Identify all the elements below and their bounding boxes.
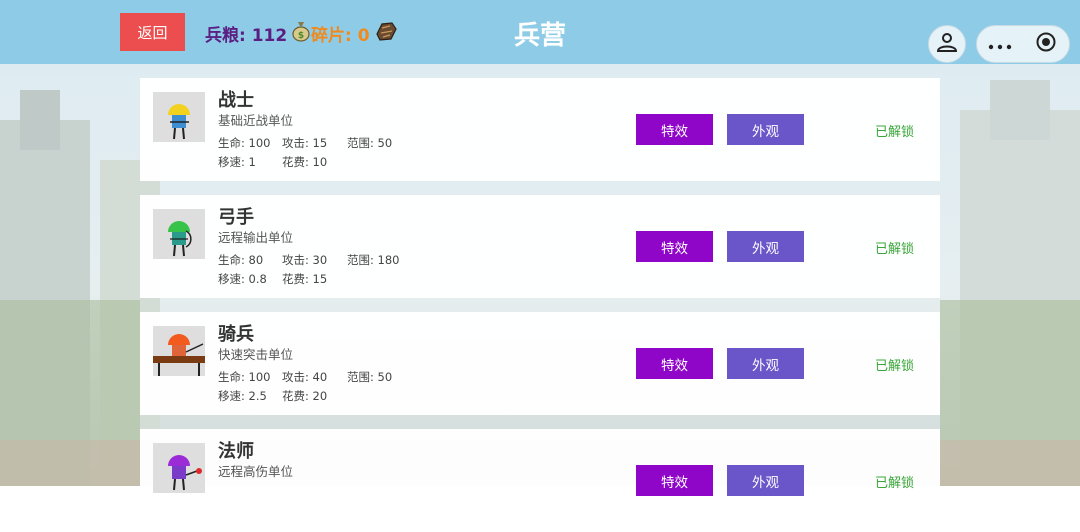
unit-name: 法师 (218, 441, 254, 462)
avatar-button[interactable] (928, 25, 966, 63)
unit-card-warrior: 战士 基础近战单位 生命: 100 攻击: 15 范围: 50 移速: 1 花费… (140, 78, 940, 181)
unit-speed: 移速: 2.5 (218, 389, 267, 403)
appearance-button[interactable]: 外观 (727, 465, 804, 496)
shard-resource: 碎片: 0 (311, 20, 398, 47)
unit-card-cavalry: 骑兵 快速突击单位 生命: 100 攻击: 40 范围: 50 移速: 2.5 … (140, 312, 940, 415)
unit-hp: 生命: 100 (218, 136, 271, 150)
more-button[interactable] (977, 26, 1023, 62)
effects-button[interactable]: 特效 (636, 114, 713, 145)
unlock-status: 已解锁 (875, 359, 915, 374)
back-button[interactable]: 返回 (120, 13, 185, 51)
svg-text:$: $ (298, 31, 304, 41)
unit-attack: 攻击: 40 (282, 370, 328, 384)
unit-card-mage: 法师 远程高伤单位 特效 外观 已解锁 (140, 429, 940, 532)
unit-attack: 攻击: 30 (282, 253, 328, 267)
page-title: 兵营 (513, 21, 566, 51)
mini-program-capsule (976, 25, 1070, 63)
unit-range: 范围: 50 (347, 370, 393, 384)
unit-name: 骑兵 (218, 324, 254, 345)
unit-cost: 花费: 10 (282, 155, 328, 169)
close-button[interactable] (1023, 26, 1069, 62)
unit-description: 远程输出单位 (218, 230, 294, 245)
unlock-status: 已解锁 (875, 125, 915, 140)
unit-range: 范围: 50 (347, 136, 393, 150)
unit-cost: 花费: 15 (282, 272, 328, 286)
unit-description: 快速突击单位 (218, 347, 294, 362)
food-resource: 兵粮: 112 $ (205, 20, 311, 47)
appearance-button[interactable]: 外观 (727, 231, 804, 262)
unlock-status: 已解锁 (875, 476, 915, 491)
archer-portrait (153, 209, 205, 259)
unit-description: 远程高伤单位 (218, 464, 294, 479)
effects-button[interactable]: 特效 (636, 231, 713, 262)
target-circle-icon (1035, 31, 1057, 57)
appearance-button[interactable]: 外观 (727, 114, 804, 145)
unit-speed: 移速: 0.8 (218, 272, 267, 286)
shard-rock-icon (374, 20, 398, 47)
appearance-button[interactable]: 外观 (727, 348, 804, 379)
unit-name: 弓手 (218, 207, 254, 228)
unit-hp: 生命: 100 (218, 370, 271, 384)
unit-speed: 移速: 1 (218, 155, 256, 169)
effects-button[interactable]: 特效 (636, 465, 713, 496)
cavalry-portrait (153, 326, 205, 376)
avatar-icon (935, 30, 959, 58)
unlock-status: 已解锁 (875, 242, 915, 257)
unit-range: 范围: 180 (347, 253, 400, 267)
unit-hp: 生命: 80 (218, 253, 264, 267)
warrior-portrait (153, 92, 205, 142)
unit-attack: 攻击: 15 (282, 136, 328, 150)
money-bag-icon: $ (291, 20, 311, 47)
top-bar: 返回 兵粮: 112 $ 碎片: 0 兵营 (0, 0, 1080, 64)
unit-name: 战士 (218, 90, 254, 111)
more-dots-icon (988, 35, 1012, 54)
food-label: 兵粮: 112 (205, 26, 288, 46)
shard-label: 碎片: 0 (311, 26, 370, 46)
unit-card-archer: 弓手 远程输出单位 生命: 80 攻击: 30 范围: 180 移速: 0.8 … (140, 195, 940, 298)
unit-description: 基础近战单位 (218, 113, 294, 128)
effects-button[interactable]: 特效 (636, 348, 713, 379)
unit-cost: 花费: 20 (282, 389, 328, 403)
